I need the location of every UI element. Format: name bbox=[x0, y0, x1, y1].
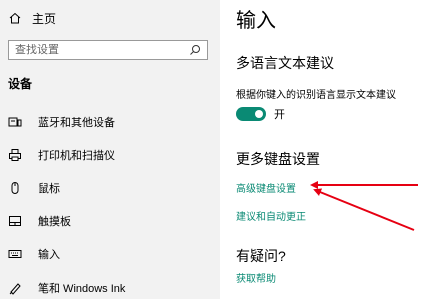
sidebar-item-pen[interactable]: 笔和 Windows Ink bbox=[8, 279, 125, 297]
more-keyboard-heading: 更多键盘设置 bbox=[236, 151, 320, 167]
printer-icon bbox=[8, 148, 22, 162]
advanced-keyboard-link[interactable]: 高级键盘设置 bbox=[236, 180, 296, 195]
sidebar-item-touchpad[interactable]: 触摸板 bbox=[8, 212, 71, 230]
pen-icon bbox=[8, 281, 22, 295]
touchpad-icon bbox=[8, 214, 22, 228]
sidebar-item-typing[interactable]: 输入 bbox=[8, 245, 60, 263]
sidebar-item-label: 蓝牙和其他设备 bbox=[38, 117, 115, 129]
sidebar-item-printers[interactable]: 打印机和扫描仪 bbox=[8, 146, 115, 164]
home-label: 主页 bbox=[32, 11, 57, 26]
question-heading: 有疑问? bbox=[236, 248, 286, 264]
bluetooth-devices-icon bbox=[8, 115, 22, 129]
home-nav-item[interactable]: 主页 bbox=[8, 9, 56, 27]
sidebar-item-label: 输入 bbox=[38, 249, 60, 261]
search-box[interactable] bbox=[8, 40, 208, 60]
sidebar: 主页 设备 蓝牙和其他设备 打印机和扫描仪 鼠标 触摸板 bbox=[0, 0, 220, 299]
sidebar-item-bluetooth[interactable]: 蓝牙和其他设备 bbox=[8, 113, 115, 131]
multilang-heading: 多语言文本建议 bbox=[236, 55, 334, 71]
sidebar-item-label: 鼠标 bbox=[38, 183, 60, 195]
search-icon[interactable] bbox=[189, 44, 201, 56]
get-help-link[interactable]: 获取帮助 bbox=[236, 270, 276, 285]
sidebar-item-label: 打印机和扫描仪 bbox=[38, 150, 115, 162]
section-title: 设备 bbox=[8, 77, 33, 91]
page-title: 输入 bbox=[236, 10, 276, 32]
toggle-state-label: 开 bbox=[274, 109, 285, 121]
keyboard-icon bbox=[8, 247, 22, 261]
mouse-icon bbox=[8, 181, 22, 195]
sidebar-item-label: 触摸板 bbox=[38, 216, 71, 228]
suggestions-autocorrect-link[interactable]: 建议和自动更正 bbox=[236, 208, 306, 223]
sidebar-item-mouse[interactable]: 鼠标 bbox=[8, 179, 60, 197]
home-icon bbox=[8, 11, 22, 25]
toggle-knob bbox=[255, 110, 263, 118]
main-panel: 输入 多语言文本建议 根据你键入的识别语言显示文本建议 开 更多键盘设置 高级键… bbox=[220, 0, 421, 299]
multilang-description: 根据你键入的识别语言显示文本建议 bbox=[236, 90, 396, 101]
sidebar-item-label: 笔和 Windows Ink bbox=[38, 283, 126, 295]
search-input[interactable] bbox=[15, 44, 189, 56]
multilang-toggle[interactable] bbox=[236, 107, 266, 121]
